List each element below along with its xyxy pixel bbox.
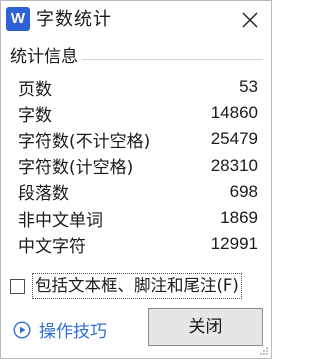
play-circle-icon: [13, 320, 31, 339]
stat-value: 698: [229, 181, 258, 201]
include-textboxes-label[interactable]: 包括文本框、脚注和尾注(F): [32, 273, 242, 299]
app-icon: W: [6, 7, 30, 31]
word-count-dialog: W 字数统计 统计信息 页数 53 字数 14860 字符数(不计空格) 254…: [0, 0, 272, 359]
stat-row-words: 字数 14860: [18, 100, 258, 126]
stat-row-non-chinese-words: 非中文单词 1869: [18, 205, 258, 231]
stat-label: 段落数: [18, 184, 69, 205]
close-button[interactable]: 关闭: [148, 308, 263, 346]
include-textboxes-checkbox[interactable]: [10, 278, 25, 294]
stat-value: 25479: [210, 129, 258, 149]
stat-value: 14860: [210, 103, 258, 123]
stat-label: 字符数(计空格): [18, 158, 134, 179]
title-bar: W 字数统计: [1, 1, 271, 39]
tips-label[interactable]: 操作技巧: [39, 317, 107, 342]
stat-label: 字数: [18, 105, 52, 126]
group-title: 统计信息: [10, 46, 82, 68]
stat-row-chinese-chars: 中文字符 12991: [18, 231, 258, 257]
stat-value: 53: [239, 77, 258, 97]
stat-label: 中文字符: [18, 236, 86, 257]
stat-label: 页数: [18, 79, 52, 100]
stat-value: 1869: [220, 208, 258, 228]
tips-link[interactable]: 操作技巧: [13, 317, 107, 342]
resize-grip-icon[interactable]: [259, 346, 269, 356]
stat-row-chars-no-spaces: 字符数(不计空格) 25479: [18, 126, 258, 152]
dialog-title: 字数统计: [36, 9, 112, 30]
stat-value: 12991: [210, 234, 258, 254]
stat-row-chars-with-spaces: 字符数(计空格) 28310: [18, 153, 258, 179]
stats-list: 页数 53 字数 14860 字符数(不计空格) 25479 字符数(计空格) …: [18, 74, 258, 257]
close-icon[interactable]: [235, 5, 265, 35]
stat-row-pages: 页数 53: [18, 74, 258, 100]
stat-label: 字符数(不计空格): [18, 131, 151, 152]
include-textboxes-option[interactable]: 包括文本框、脚注和尾注(F): [10, 273, 242, 299]
stat-row-paragraphs: 段落数 698: [18, 179, 258, 205]
stat-value: 28310: [210, 155, 258, 175]
close-icon-glyph: [242, 12, 258, 28]
stat-label: 非中文单词: [18, 210, 103, 231]
